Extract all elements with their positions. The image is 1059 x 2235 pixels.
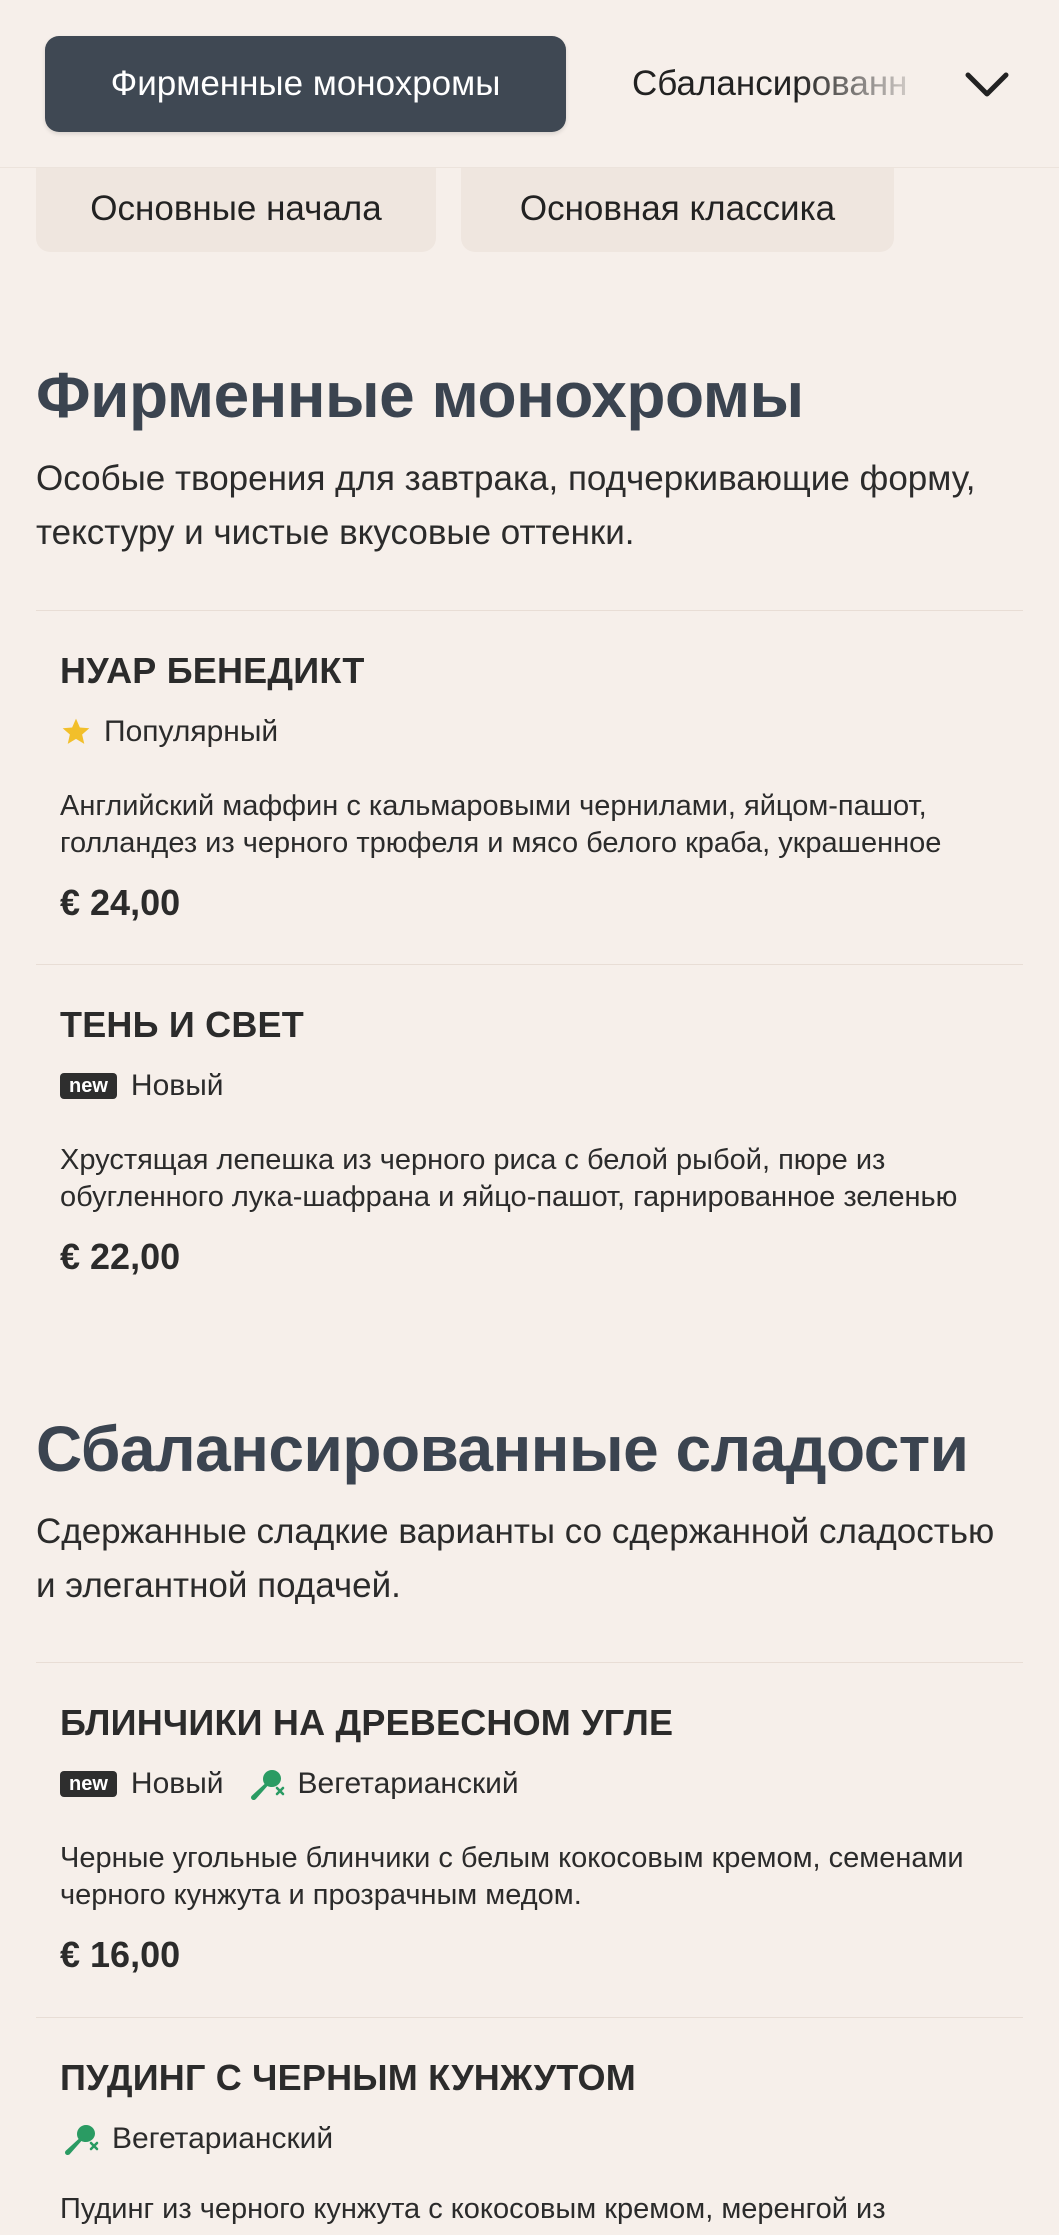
tag-label: Вегетарианский	[297, 1767, 519, 1800]
tag-label: Новый	[130, 1069, 224, 1102]
section-description: Особые творения для завтрака, подчеркива…	[36, 459, 976, 552]
menu-item[interactable]: ТЕНЬ И СВЕТ new Новый Хрустящая лепешка …	[60, 1004, 1000, 1278]
chevron-down-icon	[965, 72, 1009, 97]
popular-tag: Популярный	[60, 715, 278, 749]
no-meat-icon	[246, 1766, 286, 1802]
divider	[36, 2017, 1023, 2018]
menu-item[interactable]: ПУДИНГ С ЧЕРНЫМ КУНЖУТОМ Вегетарианский …	[60, 2057, 1000, 2228]
item-tags: new Новый	[60, 1066, 1000, 1106]
item-price: € 24,00	[60, 882, 181, 923]
item-tags: Популярный	[60, 712, 1000, 752]
item-name: НУАР БЕНЕДИКТ	[60, 650, 365, 691]
item-name: ПУДИНГ С ЧЕРНЫМ КУНЖУТОМ	[60, 2057, 636, 2098]
item-description: Пудинг из черного кунжута с кокосовым кр…	[60, 2193, 886, 2225]
section-title: Фирменные монохромы	[36, 359, 804, 431]
item-tags: Вегетарианский	[60, 2119, 1000, 2159]
item-description: Хрустящая лепешка из черного риса с бело…	[60, 1144, 958, 1213]
divider	[36, 610, 1023, 611]
more-categories-button[interactable]	[960, 58, 1014, 112]
vegetarian-tag: Вегетарианский	[60, 2121, 333, 2157]
divider	[36, 1662, 1023, 1663]
section-description: Сдержанные сладкие варианты со сдержанно…	[36, 1512, 995, 1605]
tag-label: Популярный	[104, 715, 279, 748]
tab-signature-monochromes[interactable]: Фирменные монохромы	[45, 36, 566, 132]
item-price: € 16,00	[60, 1934, 181, 1975]
menu-item[interactable]: НУАР БЕНЕДИКТ Популярный Английский мафф…	[60, 650, 1000, 924]
item-description: Английский маффин с кальмаровыми чернила…	[60, 790, 942, 859]
tag-label: Вегетарианский	[112, 2122, 334, 2155]
star-icon	[60, 716, 92, 748]
category-tabbar: Фирменные монохромы Сбалансированн	[0, 0, 1059, 168]
new-badge-icon: new	[60, 1073, 117, 1099]
new-tag: new Новый	[60, 1767, 224, 1801]
new-tag: new Новый	[60, 1069, 224, 1103]
new-badge-icon: new	[60, 1771, 117, 1797]
divider	[36, 964, 1023, 965]
menu-item[interactable]: БЛИНЧИКИ НА ДРЕВЕСНОМ УГЛЕ new Новый Вег…	[60, 1702, 1000, 1976]
vegetarian-tag: Вегетарианский	[246, 1766, 519, 1802]
section-title: Сбалансированные сладости	[36, 1413, 969, 1485]
tab-balanced-sweets[interactable]: Сбалансированн	[632, 36, 932, 132]
item-name: ТЕНЬ И СВЕТ	[60, 1004, 304, 1045]
chip-main-starts[interactable]: Основные начала	[36, 166, 436, 252]
no-meat-icon	[60, 2121, 100, 2157]
item-name: БЛИНЧИКИ НА ДРЕВЕСНОМ УГЛЕ	[60, 1702, 674, 1743]
item-price: € 22,00	[60, 1236, 181, 1277]
item-tags: new Новый Вегетарианский	[60, 1764, 1000, 1804]
chip-main-classics[interactable]: Основная классика	[461, 166, 894, 252]
tag-label: Новый	[130, 1767, 224, 1800]
item-description: Черные угольные блинчики с белым кокосов…	[60, 1842, 964, 1911]
